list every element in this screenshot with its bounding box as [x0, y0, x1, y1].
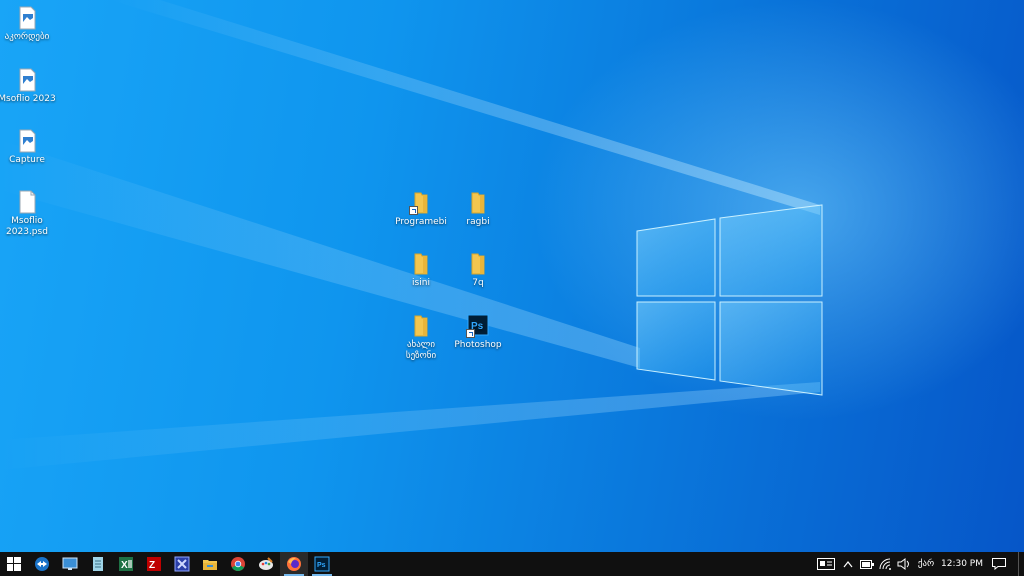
svg-text:Z: Z — [149, 560, 155, 571]
wifi-icon — [879, 558, 891, 570]
taskbar-photoshop[interactable]: Ps — [308, 552, 336, 576]
image-file-icon — [15, 6, 39, 30]
desktop-icon-label: 7q — [472, 278, 484, 288]
taskbar: X Z Ps ქარ 12:30 PM — [0, 552, 1024, 576]
desktop-icon-label: Photoshop — [454, 340, 502, 350]
language-label: ქარ — [917, 559, 935, 569]
folder-shortcut-icon — [409, 191, 433, 215]
speaker-icon — [897, 558, 909, 570]
input-language-button[interactable]: ქარ — [914, 552, 938, 576]
taskbar-remote-desktop[interactable] — [56, 552, 84, 576]
clock-time: 12:30 PM — [941, 559, 983, 569]
folder-icon — [203, 560, 217, 570]
taskbar-chrome[interactable] — [224, 552, 252, 576]
desktop-icon-msoflio-psd[interactable]: Msoflio 2023.psd — [0, 190, 57, 238]
taskbar-paint[interactable] — [252, 552, 280, 576]
desktop-icon-msoflio-2023[interactable]: Msoflio 2023 — [0, 68, 57, 105]
chrome-icon — [231, 557, 245, 571]
action-center-button[interactable] — [988, 552, 1010, 576]
desktop-icon-ragbi[interactable]: ragbi — [448, 191, 508, 228]
desktop-icon-isini[interactable]: isini — [391, 252, 451, 289]
firefox-icon — [287, 557, 301, 571]
battery-button[interactable] — [858, 552, 876, 576]
teamviewer-icon — [35, 557, 49, 571]
desktop-icon-photoshop[interactable]: Ps Photoshop — [448, 314, 508, 351]
news-and-interests-button[interactable] — [814, 552, 838, 576]
network-button[interactable] — [877, 552, 895, 576]
image-file-icon — [15, 129, 39, 153]
desktop-icon-label: Programebi — [395, 217, 447, 227]
photoshop-shortcut-icon: Ps — [466, 314, 490, 338]
taskbar-notepad[interactable] — [84, 552, 112, 576]
taskbar-excel[interactable]: X — [112, 552, 140, 576]
windows-logo-wallpaper — [636, 204, 823, 396]
desktop-icon-label: Msoflio 2023 — [0, 94, 56, 104]
news-icon — [817, 558, 835, 570]
svg-text:Ps: Ps — [317, 562, 326, 569]
svg-text:X: X — [121, 560, 128, 571]
folder-icon — [466, 191, 490, 215]
desktop-icon-label: isini — [412, 278, 430, 288]
taskbar-filezilla[interactable]: Z — [140, 552, 168, 576]
shortcut-arrow-icon — [466, 329, 475, 338]
image-file-icon — [15, 68, 39, 92]
desktop-background: აკორდები Msoflio 2023 Capture Msoflio 20… — [0, 0, 1024, 552]
clock-button[interactable]: 12:30 PM — [938, 552, 986, 576]
taskbar-file-explorer[interactable] — [196, 552, 224, 576]
desktop-icon-label: Capture — [9, 155, 45, 165]
excel-icon: X — [119, 557, 133, 571]
desktop-icon-akordebi[interactable]: აკორდები — [0, 6, 57, 43]
app-icon — [174, 556, 190, 572]
desktop-icon-label: ახალი სეზონი — [405, 340, 437, 361]
filezilla-icon: Z — [147, 557, 161, 571]
desktop-icon-capture[interactable]: Capture — [0, 129, 57, 166]
desktop-icon-akhali-sezoni[interactable]: ახალი სეზონი — [391, 314, 451, 362]
folder-icon — [409, 252, 433, 276]
notification-icon — [992, 558, 1006, 570]
chevron-up-icon — [843, 561, 853, 568]
remote-desktop-icon — [62, 557, 78, 570]
shortcut-arrow-icon — [409, 206, 418, 215]
show-hidden-icons-button[interactable] — [840, 552, 856, 576]
show-desktop-button[interactable] — [1018, 552, 1024, 576]
blank-file-icon — [15, 190, 39, 214]
paint-icon — [259, 557, 273, 570]
start-button[interactable] — [0, 552, 28, 576]
battery-icon — [860, 559, 874, 569]
taskbar-virtualbox[interactable] — [168, 552, 196, 576]
desktop-icon-programebi[interactable]: Programebi — [391, 191, 451, 228]
desktop-icon-label: ragbi — [466, 217, 490, 227]
desktop-icon-label: Msoflio 2023.psd — [6, 216, 48, 237]
folder-icon — [409, 314, 433, 338]
taskbar-teamviewer[interactable] — [28, 552, 56, 576]
taskbar-firefox[interactable] — [280, 552, 308, 576]
desktop-icon-7q[interactable]: 7q — [448, 252, 508, 289]
windows-start-icon — [7, 557, 21, 571]
desktop-icon-label: აკორდები — [4, 32, 50, 42]
photoshop-icon: Ps — [314, 556, 330, 572]
folder-icon — [466, 252, 490, 276]
volume-button[interactable] — [895, 552, 913, 576]
notepad-icon — [93, 557, 103, 571]
